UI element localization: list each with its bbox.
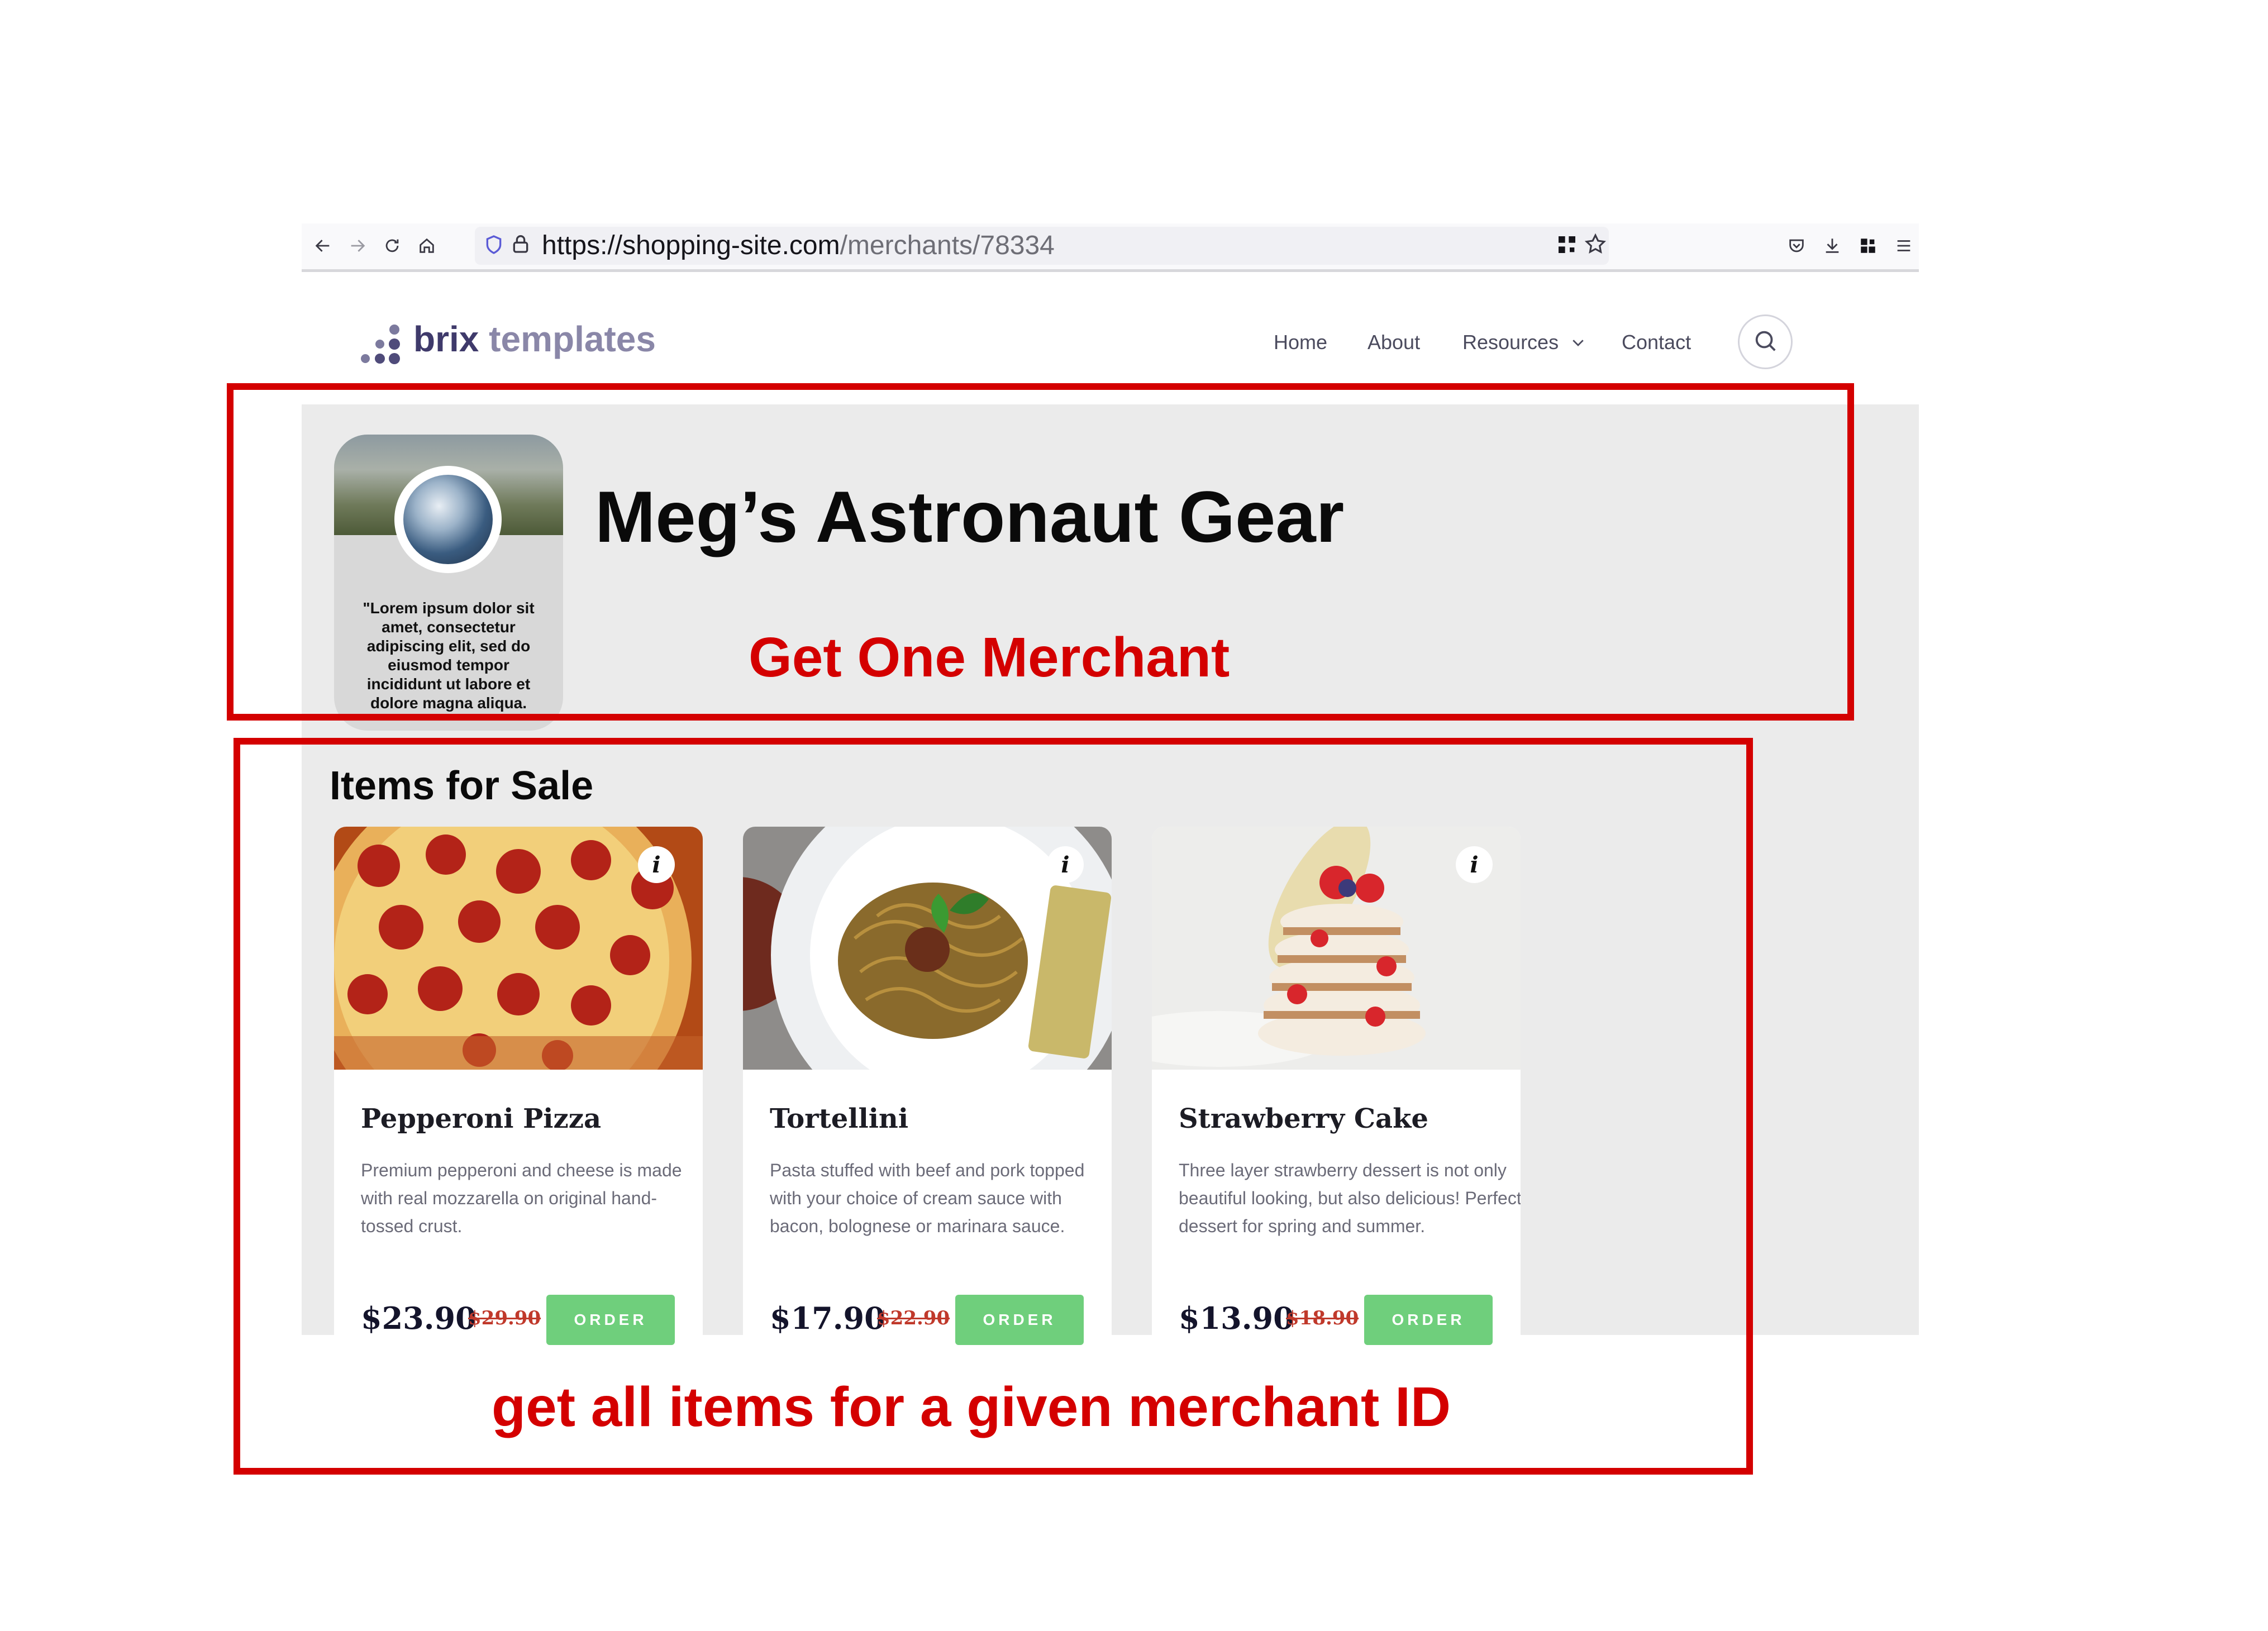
merchant-annotation-label: Get One Merchant <box>749 626 1230 689</box>
browser-toolbar: https://shopping-site.com/merchants/7833… <box>302 223 1919 272</box>
brix-logo-mark[interactable] <box>358 324 402 367</box>
download-icon[interactable] <box>1817 230 1848 261</box>
star-icon[interactable] <box>1584 232 1607 259</box>
back-icon[interactable] <box>307 230 339 261</box>
items-annotation-box <box>234 738 1753 1475</box>
shield-icon[interactable] <box>483 233 505 259</box>
nav-about[interactable]: About <box>1368 331 1420 354</box>
url-bar[interactable]: https://shopping-site.com/merchants/7833… <box>475 227 1609 265</box>
lock-icon[interactable] <box>509 232 532 257</box>
qr-icon[interactable] <box>1556 233 1578 259</box>
forward-icon[interactable] <box>342 230 373 261</box>
menu-icon[interactable] <box>1888 230 1919 261</box>
reload-icon[interactable] <box>377 230 408 261</box>
url-text[interactable]: https://shopping-site.com/merchants/7833… <box>542 230 1055 261</box>
search-button[interactable] <box>1738 314 1793 369</box>
extensions-icon[interactable] <box>1852 230 1884 261</box>
nav-contact[interactable]: Contact <box>1622 331 1691 354</box>
chevron-down-icon[interactable] <box>1570 334 1586 354</box>
items-annotation-label: get all items for a given merchant ID <box>492 1376 1451 1438</box>
logo-text[interactable]: brix templates <box>413 318 656 360</box>
pocket-icon[interactable] <box>1781 230 1812 261</box>
home-icon[interactable] <box>411 230 442 261</box>
nav-resources[interactable]: Resources <box>1462 331 1559 354</box>
nav-home[interactable]: Home <box>1274 331 1327 354</box>
search-icon <box>1752 328 1778 356</box>
